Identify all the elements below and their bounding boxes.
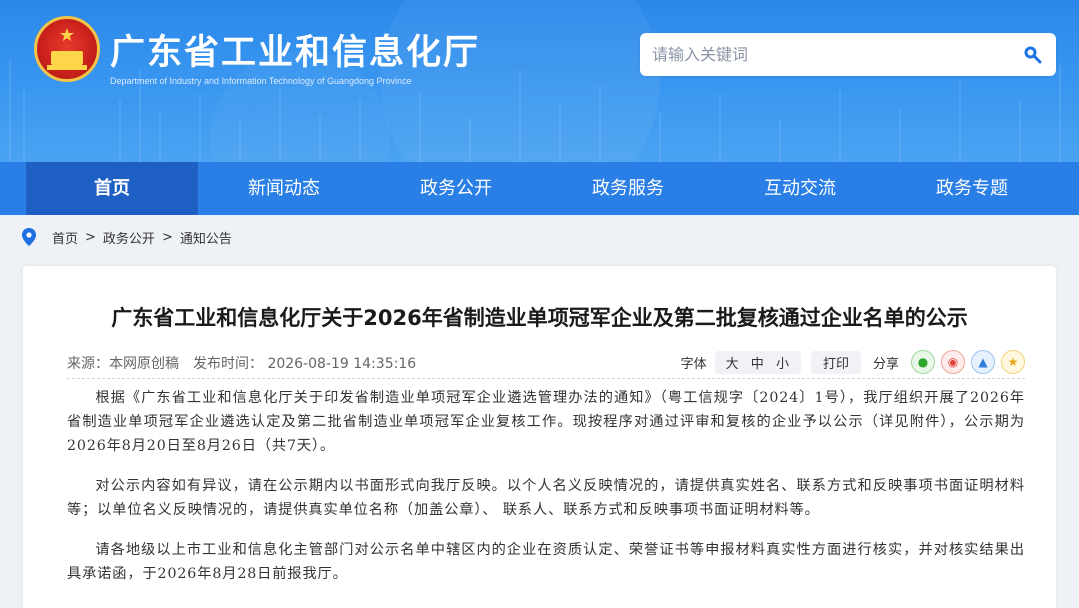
weibo-share-icon[interactable]: ◉ <box>941 350 965 374</box>
article-paragraph: 对公示内容如有异议，请在公示期内以书面形式向我厅反映。以个人名义反映情况的，请提… <box>67 478 1025 518</box>
share-label: 分享 <box>872 356 899 372</box>
article-meta: 来源：本网原创稿 发布时间： 2026-08-19 14:35:16 字体 大 中… <box>67 348 1025 376</box>
national-emblem-icon: ★ <box>34 16 100 82</box>
breadcrumb-separator: > <box>85 229 96 245</box>
breadcrumb: 首页 > 政务公开 > 通知公告 <box>22 226 232 248</box>
nav-item-government-services[interactable]: 政务服务 <box>542 162 714 215</box>
breadcrumb-notices[interactable]: 通知公告 <box>180 228 232 247</box>
site-title[interactable]: 广东省工业和信息化厅 <box>110 24 480 75</box>
qzone-share-icon[interactable]: ★ <box>1001 350 1025 374</box>
article-source-date: 来源：本网原创稿 发布时间： 2026-08-19 14:35:16 <box>67 353 416 373</box>
nav-item-news[interactable]: 新闻动态 <box>198 162 370 215</box>
search-icon[interactable] <box>1022 44 1042 64</box>
wechat-share-icon[interactable]: ● <box>911 350 935 374</box>
nav-item-interaction[interactable]: 互动交流 <box>714 162 886 215</box>
font-size-medium[interactable]: 中 <box>751 357 765 372</box>
font-size-small[interactable]: 小 <box>776 357 790 372</box>
breadcrumb-government-affairs[interactable]: 政务公开 <box>103 228 155 247</box>
article-title: 广东省工业和信息化厅关于2026年省制造业单项冠军企业及第二批复核通过企业名单的… <box>111 306 968 330</box>
qq-share-icon[interactable]: ▲ <box>971 350 995 374</box>
site-header: ★ 广东省工业和信息化厅 Department of Industry and … <box>0 0 1079 162</box>
font-size-options: 大 中 小 <box>714 350 801 374</box>
site-subtitle: Department of Industry and Information T… <box>110 76 412 86</box>
article-body: 根据《广东省工业和信息化厅关于印发省制造业单项冠军企业遴选管理办法的通知》（粤工… <box>67 386 1025 602</box>
article-paragraph: 根据《广东省工业和信息化厅关于印发省制造业单项冠军企业遴选管理办法的通知》（粤工… <box>67 390 1025 454</box>
article-tools: 字体 大 中 小 打印 分享 ● ◉ ▲ ★ <box>681 348 1025 376</box>
breadcrumb-home[interactable]: 首页 <box>52 228 78 247</box>
article-card: 广东省工业和信息化厅关于2026年省制造业单项冠军企业及第二批复核通过企业名单的… <box>23 266 1056 608</box>
article-paragraph: 请各地级以上市工业和信息化主管部门对公示名单中辖区内的企业在资质认定、荣誉证书等… <box>67 542 1025 582</box>
meta-divider <box>67 378 1025 379</box>
font-size-label: 字体 <box>680 356 707 372</box>
publish-date: 2026-08-19 14:35:16 <box>267 356 417 372</box>
print-button[interactable]: 打印 <box>810 350 861 374</box>
article-source: 来源：本网原创稿 <box>67 356 179 372</box>
location-pin-icon <box>22 228 36 246</box>
breadcrumb-separator: > <box>161 229 173 245</box>
nav-item-government-affairs[interactable]: 政务公开 <box>370 162 542 215</box>
search-box <box>640 33 1056 76</box>
main-nav: 首页 新闻动态 政务公开 政务服务 互动交流 政务专题 <box>0 162 1079 215</box>
nav-item-home[interactable]: 首页 <box>26 162 198 215</box>
publish-date-label: 发布时间： <box>193 356 263 372</box>
nav-item-topics[interactable]: 政务专题 <box>886 162 1058 215</box>
search-input[interactable] <box>640 33 1010 76</box>
font-size-large[interactable]: 大 <box>726 357 740 372</box>
